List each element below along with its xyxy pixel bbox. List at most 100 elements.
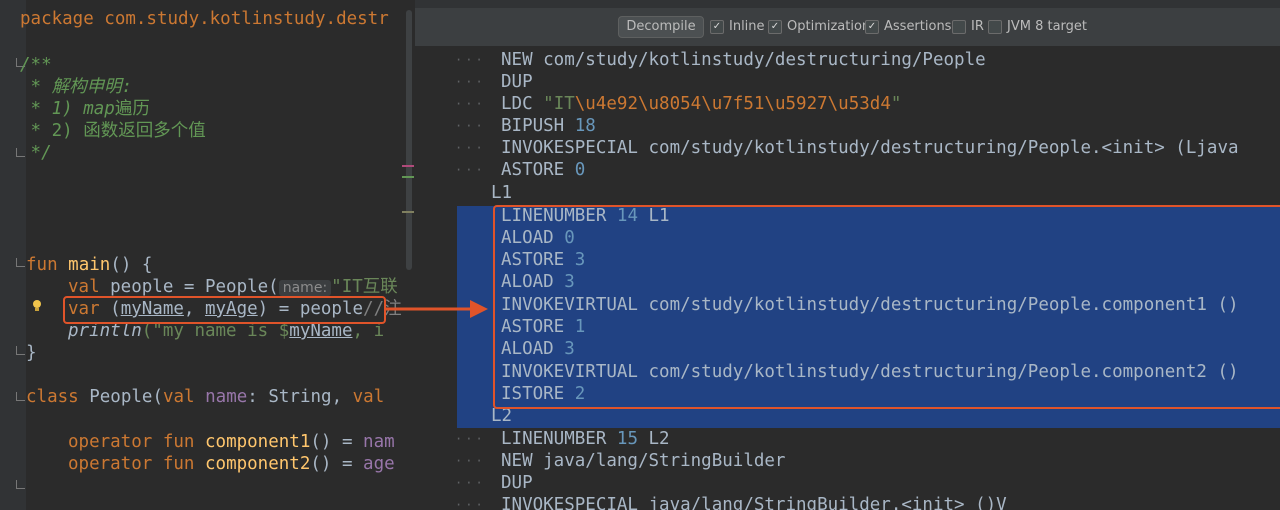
string-literal: ("my name is $: [141, 321, 290, 341]
code-text: () =: [310, 454, 364, 474]
code-line-main[interactable]: fun main() {: [26, 254, 152, 276]
option-label: Inline: [729, 19, 765, 34]
indent-guide: ···: [455, 97, 486, 111]
keyword: operator: [68, 432, 153, 452]
option-label: JVM 8 target: [1007, 19, 1088, 34]
code-line-doc-2[interactable]: * 1) map遍历: [20, 98, 150, 120]
code-line-doc-close[interactable]: */: [20, 142, 52, 164]
code-line-doc-open[interactable]: /**: [20, 54, 52, 76]
indent-guide: ···: [455, 432, 486, 446]
bytecode-line[interactable]: NEW java/lang/StringBuilder: [501, 450, 785, 472]
parameter-hint-label: name:: [282, 280, 328, 296]
checkbox-unchecked-icon[interactable]: [952, 20, 966, 34]
keyword: operator: [68, 454, 153, 474]
bytecode-line[interactable]: DUP: [501, 472, 533, 494]
fold-marker-icon[interactable]: [16, 346, 25, 355]
indent-guide: ···: [455, 53, 486, 67]
string-literal: "IT互联: [331, 277, 398, 297]
kotlin-editor-pane[interactable]: package com.study.kotlinstudy.destr /** …: [0, 0, 415, 510]
bytecode-line[interactable]: ASTORE 0: [501, 159, 585, 181]
ir-option[interactable]: IR: [952, 18, 984, 36]
bytecode-line[interactable]: DUP: [501, 71, 533, 93]
annotation-box-destructuring: [63, 296, 386, 324]
code-text: () =: [310, 432, 364, 452]
toolbar-top-strip: [415, 0, 1280, 8]
string-literal: , i: [352, 321, 385, 341]
escape-sequence: \u53d4: [827, 94, 891, 114]
opcode: LINENUMBER: [501, 429, 617, 449]
assertions-option[interactable]: ✓ Assertions: [865, 18, 951, 36]
bytecode-label-l1[interactable]: L1: [491, 182, 512, 204]
error-stripe-mark[interactable]: [402, 176, 414, 178]
code-line-class[interactable]: class People(val name: String, val: [26, 386, 384, 408]
keyword: fun: [162, 432, 195, 452]
code-text: people = People(: [99, 277, 279, 297]
checkbox-checked-icon[interactable]: ✓: [710, 20, 724, 34]
error-stripe-mark[interactable]: [402, 211, 414, 213]
checkbox-unchecked-icon[interactable]: [988, 20, 1002, 34]
decompile-button[interactable]: Decompile: [618, 16, 704, 38]
indent-guide: ···: [455, 141, 486, 155]
code-line-people-decl[interactable]: val people = People(name: "IT互联: [68, 276, 398, 298]
code-line-close-brace[interactable]: }: [26, 342, 37, 364]
package-statement: package com.study.kotlinstudy.destr: [20, 9, 389, 29]
checkbox-checked-icon[interactable]: ✓: [768, 20, 782, 34]
string-literal: ": [890, 94, 902, 114]
code-line-doc-3[interactable]: * 2) 函数返回多个值: [20, 120, 206, 142]
escape-sequence: \u5927: [764, 94, 828, 114]
property-name: name: [194, 387, 248, 407]
bytecode-line[interactable]: LINENUMBER 15 L2: [501, 428, 670, 450]
fold-marker-icon[interactable]: [16, 480, 25, 489]
code-text: L2: [637, 429, 670, 449]
code-line-doc-1[interactable]: * 解构申明:: [20, 76, 133, 98]
code-line-package[interactable]: package com.study.kotlinstudy.destr: [20, 8, 389, 30]
bytecode-line[interactable]: INVOKESPECIAL com/study/kotlinstudy/dest…: [501, 137, 1239, 159]
escape-sequence: \u7f51: [701, 94, 765, 114]
parameter-hint: name:: [278, 280, 332, 296]
indent-guide: ···: [455, 119, 486, 133]
bytecode-line[interactable]: INVOKESPECIAL java/lang/StringBuilder.<i…: [501, 494, 1007, 510]
function-name: component1: [205, 432, 311, 452]
code-line-component1[interactable]: operator fun component1() = nam: [68, 431, 395, 453]
bytecode-line[interactable]: NEW com/study/kotlinstudy/destructuring/…: [501, 49, 986, 71]
number-literal: 15: [616, 429, 638, 449]
doc-text: 遍历: [114, 99, 150, 119]
indent-guide: ···: [455, 75, 486, 89]
function-name: main: [68, 255, 111, 275]
code-line-component2[interactable]: operator fun component2() = age: [68, 453, 395, 475]
number-literal: 0: [574, 160, 586, 180]
keyword: fun: [26, 255, 58, 275]
inline-option[interactable]: ✓ Inline: [710, 18, 765, 36]
doc-text: * 1): [20, 99, 84, 119]
jvm8-target-option[interactable]: JVM 8 target: [988, 18, 1087, 36]
indent-guide: ···: [455, 163, 486, 177]
opcode: LDC: [501, 94, 544, 114]
doc-text: map: [83, 99, 115, 119]
string-literal: "IT: [543, 94, 575, 114]
option-label: Assertions: [884, 19, 952, 34]
editor-scrollbar-thumb[interactable]: [406, 10, 412, 270]
checkbox-checked-icon[interactable]: ✓: [865, 20, 879, 34]
option-label: Optimization: [787, 19, 871, 34]
number-literal: 18: [574, 116, 596, 136]
indent-guide: ···: [455, 476, 486, 490]
lightbulb-icon[interactable]: [32, 298, 42, 311]
annotation-box-bytecode: [493, 205, 1280, 409]
bytecode-toolbar: Decompile ✓ Inline ✓ Optimization ✓ Asserti…: [415, 8, 1280, 46]
keyword: val: [162, 387, 195, 407]
indent-guide: ···: [455, 498, 486, 510]
function-name: component2: [205, 454, 311, 474]
optimization-option[interactable]: ✓ Optimization: [768, 18, 870, 36]
code-text: () {: [110, 255, 153, 275]
error-stripe-mark[interactable]: [402, 165, 414, 167]
bytecode-line[interactable]: LDC "IT\u4e92\u8054\u7f51\u5927\u53d4": [501, 93, 901, 115]
keyword: val: [352, 387, 385, 407]
fold-marker-icon[interactable]: [16, 258, 25, 267]
escape-sequence: \u4e92: [574, 94, 638, 114]
fold-marker-icon[interactable]: [16, 392, 25, 401]
bytecode-line[interactable]: BIPUSH 18: [501, 115, 596, 137]
property-name: nam: [363, 432, 395, 452]
template-variable: myName: [289, 321, 353, 341]
code-text: : String,: [247, 387, 353, 407]
keyword: fun: [162, 454, 195, 474]
